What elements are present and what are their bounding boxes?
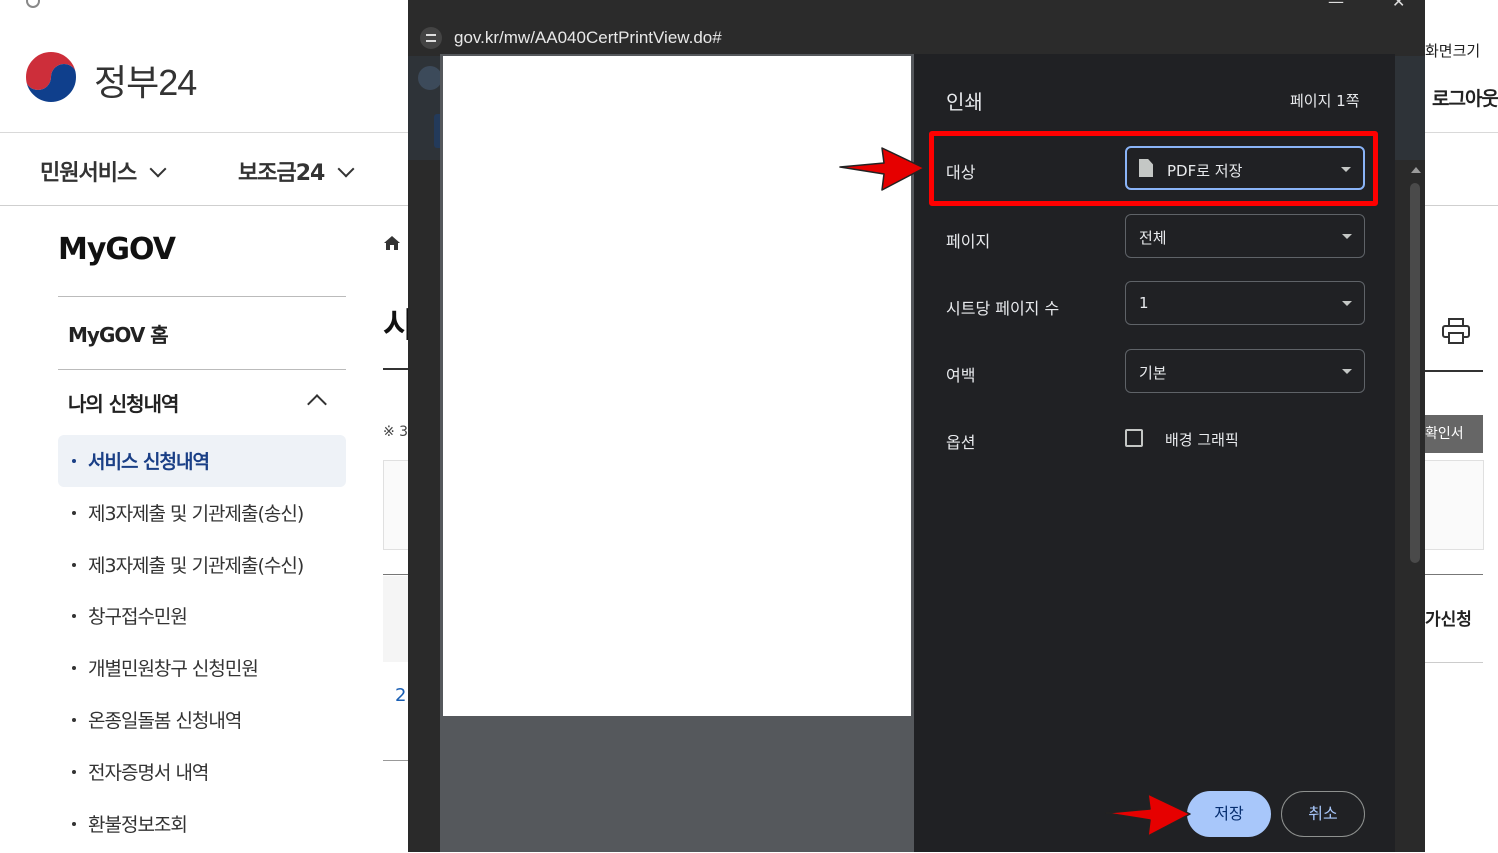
cancel-button[interactable]: 취소 [1281,791,1365,837]
annotation-highlight-box [929,131,1378,206]
scrollbar-thumb[interactable] [1410,183,1420,563]
settings-scrollbar[interactable] [1408,163,1422,853]
pages-value: 전체 [1139,229,1167,247]
sidebar-item-third-party-received[interactable]: 제3자제출 및 기관제출(수신) [72,551,304,578]
pages-per-sheet-label: 시트당 페이지 수 [946,299,1060,318]
pages-per-sheet-select[interactable]: 1 [1125,281,1365,325]
sidebar-item-all-day-care[interactable]: 온종일돌봄 신청내역 [72,706,242,733]
chevron-down-icon [337,160,355,178]
table-header-apply: 가신청 [1425,610,1472,630]
government-emblem-icon[interactable] [22,48,80,106]
divider [58,369,346,370]
zoom-control[interactable]: 화면크기 [1425,40,1480,61]
logo-icon [418,66,442,90]
sidebar-group-my-applications[interactable]: 나의 신청내역 [68,388,179,417]
url-text[interactable]: gov.kr/mw/AA040CertPrintView.do# [454,28,722,48]
nav-civil-service[interactable]: 민원서비스 [40,155,167,187]
dropdown-arrow-icon [1342,369,1352,374]
sidebar-item-counter-petition[interactable]: 창구접수민원 [72,602,188,629]
chevron-up-icon[interactable] [307,394,327,414]
sidebar-item-label: 환불정보조회 [88,814,188,836]
save-button[interactable]: 저장 [1187,791,1271,837]
options-label: 옵션 [946,433,976,452]
dropdown-arrow-icon [1342,234,1352,239]
sidebar-item-label: 제3자제출 및 기관제출(수신) [88,555,304,577]
logout-link[interactable]: 로그아웃 [1432,84,1498,111]
divider [1425,662,1483,663]
site-logo-text[interactable]: 정부24 [94,54,197,106]
page-count: 페이지 1쪽 [1290,92,1360,110]
sidebar-item-third-party-sent[interactable]: 제3자제출 및 기관제출(송신) [72,499,304,526]
pages-label: 페이지 [946,232,991,251]
popup-titlebar: — ✕ [408,0,1425,20]
minimize-button[interactable]: — [1328,0,1344,11]
info-box [1425,460,1484,550]
annotation-arrow-icon [839,147,925,191]
sidebar-item-label: 온종일돌봄 신청내역 [88,710,242,732]
scroll-up-icon[interactable] [1411,167,1421,173]
sidebar-item-service-history[interactable]: 서비스 신청내역 [72,447,210,474]
close-button[interactable]: ✕ [1392,0,1405,11]
chevron-down-icon [149,160,167,178]
sidebar-item-mygov-home[interactable]: MyGOV 홈 [68,319,169,348]
print-dialog-title: 인쇄 [946,90,983,114]
print-icon[interactable] [1442,318,1470,344]
nav-civil-service-label: 민원서비스 [40,161,137,186]
sidebar-item-label: 서비스 신청내역 [88,451,210,473]
divider [1425,370,1483,372]
certificate-button[interactable]: 확인서 [1425,415,1483,453]
pages-select[interactable]: 전체 [1125,214,1365,258]
pages-per-sheet-value: 1 [1139,294,1149,312]
sidebar-item-label: 전자증명서 내역 [88,762,209,784]
sidebar-item-refund[interactable]: 환불정보조회 [72,810,188,837]
site-settings-icon[interactable] [420,27,442,49]
table-top-line [1425,574,1483,575]
sidebar-title: MyGOV [58,232,176,267]
sidebar-item-label: 창구접수민원 [88,606,188,628]
annotation-arrow-icon [1105,793,1191,837]
sidebar-item-label: 개별민원창구 신청민원 [88,658,259,680]
notice-fragment: ※ 3 [383,424,409,440]
divider [58,296,346,297]
background-graphics-label[interactable]: 배경 그래픽 [1165,429,1239,450]
nav-subsidy-label: 보조금24 [238,161,325,186]
popup-address-bar: gov.kr/mw/AA040CertPrintView.do# [408,20,1425,56]
margins-label: 여백 [946,366,976,385]
sidebar-item-individual-counter[interactable]: 개별민원창구 신청민원 [72,654,259,681]
nav-subsidy[interactable]: 보조금24 [238,155,355,187]
margins-value: 기본 [1139,364,1167,382]
sidebar-item-label: 제3자제출 및 기관제출(송신) [88,503,304,525]
sidebar-item-e-certificate[interactable]: 전자증명서 내역 [72,758,209,785]
favicon-icon [26,0,40,8]
margins-select[interactable]: 기본 [1125,349,1365,393]
dropdown-arrow-icon [1342,301,1352,306]
home-icon[interactable] [384,236,400,250]
background-graphics-checkbox[interactable] [1125,429,1143,447]
